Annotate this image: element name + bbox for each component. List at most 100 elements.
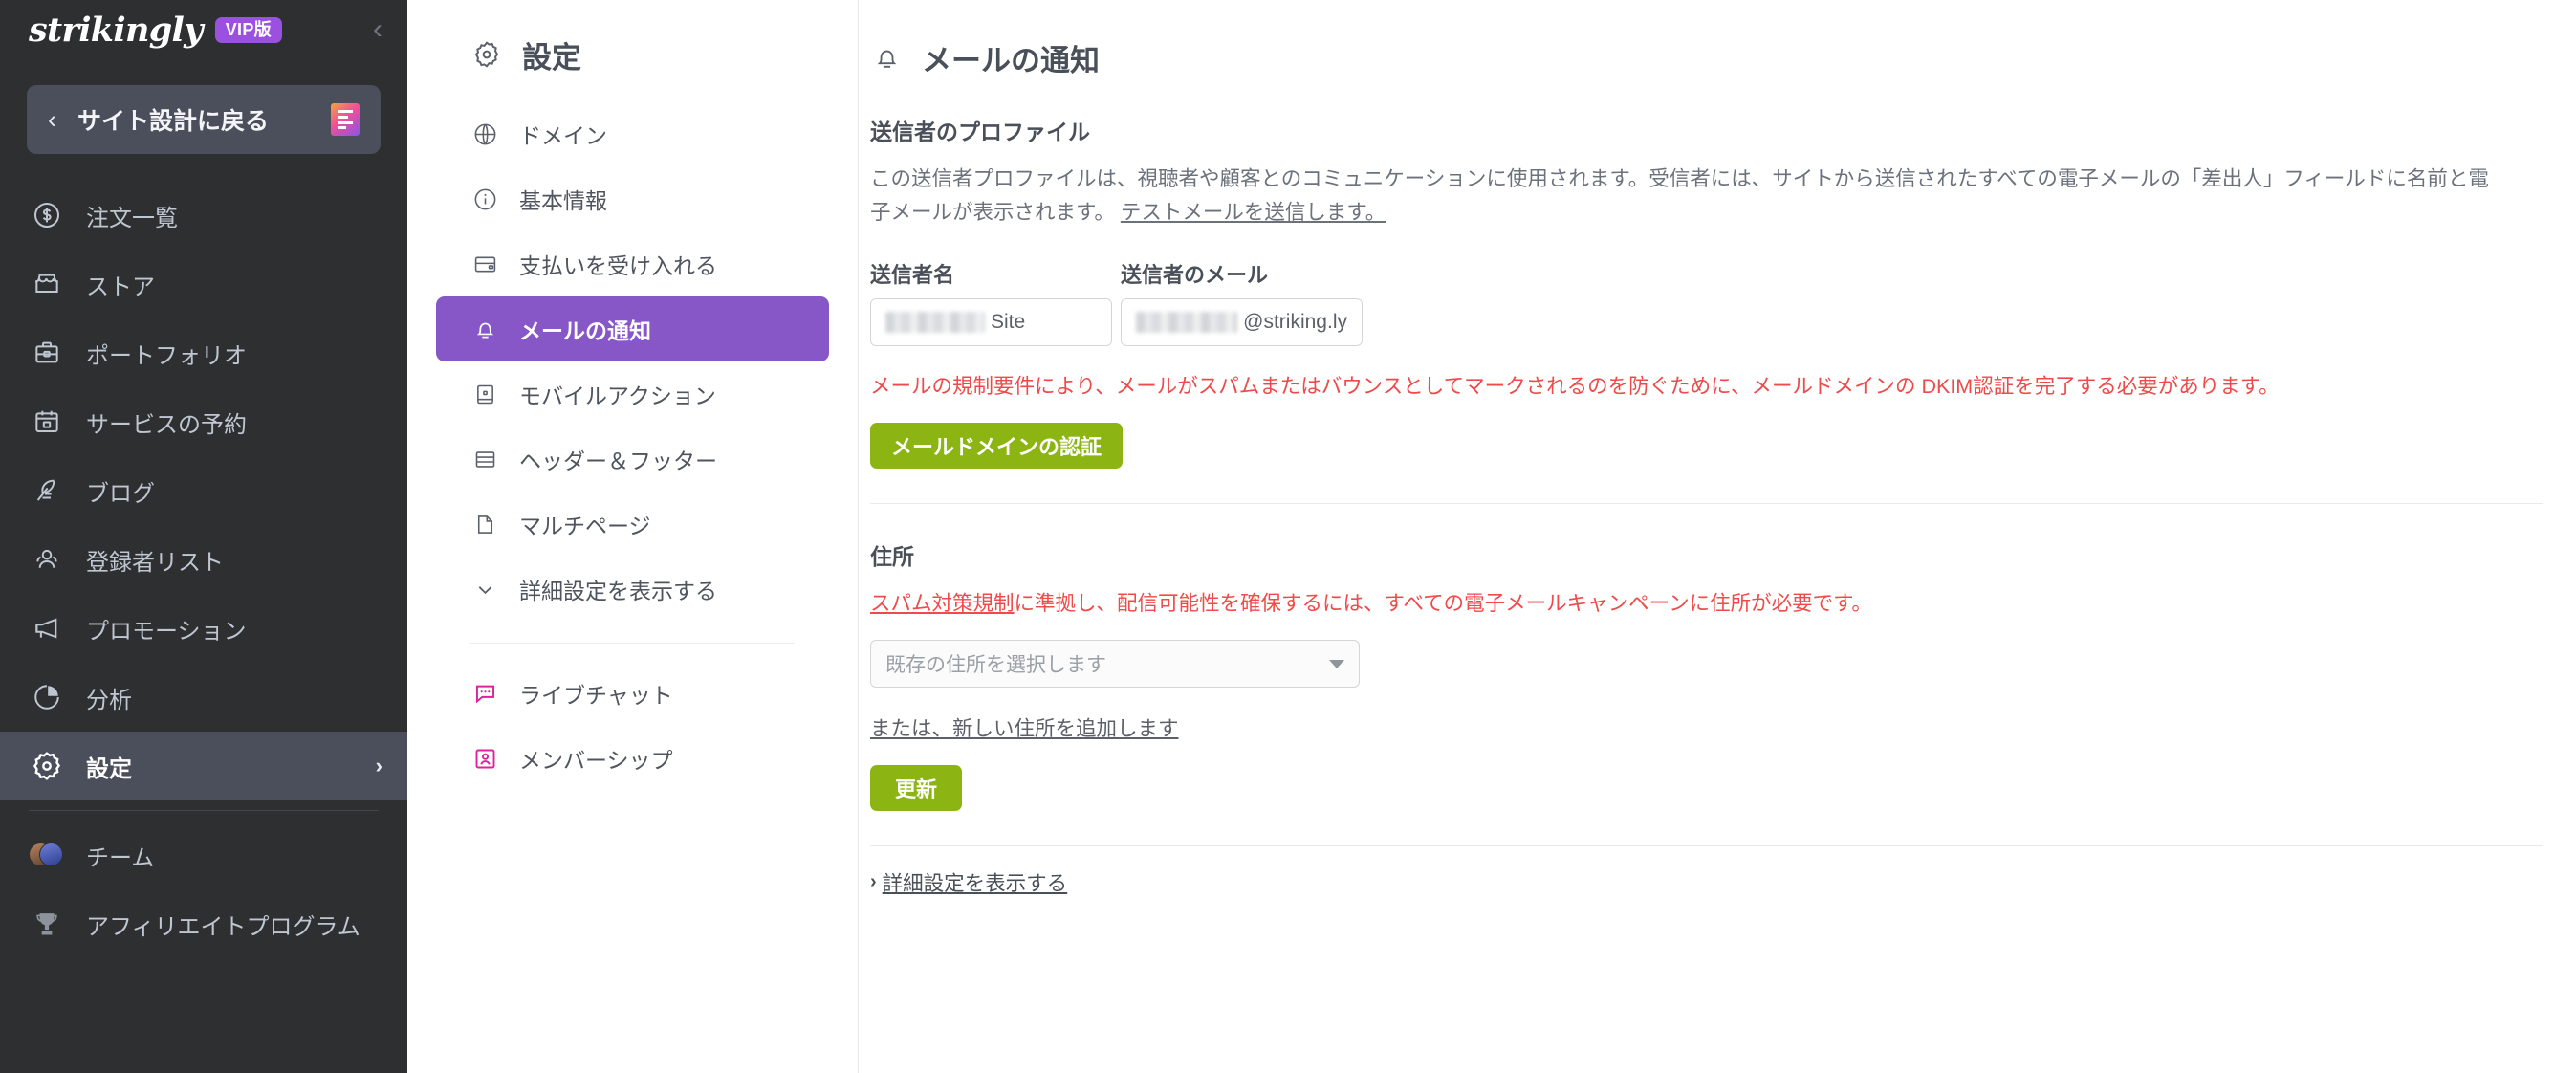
site-designer-icon: [331, 103, 360, 136]
team-avatars-icon: [29, 837, 65, 873]
existing-address-placeholder: 既存の住所を選択します: [885, 654, 1106, 677]
info-circle-icon: [470, 185, 499, 213]
quill-pen-icon: [29, 472, 65, 509]
sidebar-item-label: ポートフォリオ: [86, 342, 247, 369]
subnav-item-basic-info[interactable]: 基本情報: [436, 166, 829, 231]
users-icon: [29, 541, 65, 578]
show-advanced-settings[interactable]: › 詳細設定を表示する: [870, 867, 2557, 897]
dollar-circle-icon: [29, 197, 65, 233]
strikingly-logo[interactable]: strikingly: [29, 11, 203, 50]
settings-subnav-list: ドメイン 基本情報 支払いを受け入れる メールの通知 モバイルアクション ヘッダ…: [407, 101, 858, 791]
sidebar-item-label: アフィリエイトプログラム: [86, 913, 360, 940]
back-to-site-designer-button[interactable]: ‹ サイト設計に戻る: [27, 85, 381, 154]
redacted-value: [885, 311, 985, 333]
layout-rows-icon: [470, 445, 499, 473]
show-advanced-settings-link[interactable]: 詳細設定を表示する: [883, 867, 1068, 897]
sidebar-item-affiliate-program[interactable]: アフィリエイトプログラム: [0, 889, 407, 958]
sidebar-item-subscribers[interactable]: 登録者リスト: [0, 525, 407, 594]
subnav-item-accept-payments[interactable]: 支払いを受け入れる: [436, 231, 829, 296]
sidebar-item-store[interactable]: ストア: [0, 250, 407, 318]
sidebar-item-blog[interactable]: ブログ: [0, 456, 407, 525]
sender-email-input[interactable]: @striking.ly: [1121, 297, 1363, 346]
sender-name-value: Site: [991, 310, 1026, 333]
existing-address-select[interactable]: 既存の住所を選択します: [870, 640, 1360, 689]
sidebar-item-label: ブログ: [86, 480, 155, 507]
address-notice: スパム対策規制に準拠し、配信可能性を確保するには、すべての電子メールキャンペーン…: [870, 588, 2557, 619]
member-card-icon: [470, 744, 499, 773]
bell-icon: [870, 42, 903, 75]
section-divider: [870, 845, 2543, 847]
sender-name-input[interactable]: Site: [870, 297, 1112, 346]
main-content: メールの通知 送信者のプロファイル この送信者プロファイルは、視聴者や顧客とのコ…: [859, 0, 2576, 1073]
bell-icon: [470, 315, 499, 343]
subnav-item-label: モバイルアクション: [519, 383, 716, 408]
subnav-item-email-notifications[interactable]: メールの通知: [436, 296, 829, 361]
settings-subnav-header: 設定: [407, 25, 858, 84]
sidebar-item-analytics[interactable]: 分析: [0, 663, 407, 732]
address-heading: 住所: [870, 543, 914, 569]
verify-email-domain-button[interactable]: メールドメインの認証: [870, 422, 1124, 469]
page-title: メールの通知: [870, 36, 2557, 79]
store-icon: [29, 266, 65, 302]
sender-profile-description-text: この送信者プロファイルは、視聴者や顧客とのコミュニケーションに使用されます。受信…: [870, 167, 2489, 224]
sidebar-item-settings[interactable]: 設定 ›: [0, 732, 407, 800]
subnav-item-label: マルチページ: [519, 514, 651, 538]
subnav-item-membership[interactable]: メンバーシップ: [436, 726, 829, 791]
chevron-left-icon: ‹: [48, 104, 56, 134]
subnav-item-multipage[interactable]: マルチページ: [436, 492, 829, 557]
chevron-down-icon: [470, 575, 499, 603]
sidebar-item-service-booking[interactable]: サービスの予約: [0, 387, 407, 456]
subnav-item-live-chat[interactable]: ライブチャット: [436, 661, 829, 726]
dkim-warning-text: メールの規制要件により、メールがスパムまたはバウンスとしてマークされるのを防ぐた…: [870, 374, 2280, 398]
send-test-mail-link[interactable]: テストメールを送信します。: [1121, 201, 1386, 224]
sidebar-item-orders[interactable]: 注文一覧: [0, 181, 407, 250]
sender-profile-heading: 送信者のプロファイル: [870, 120, 1090, 144]
sender-email-value: @striking.ly: [1243, 310, 1347, 333]
sidebar-item-portfolio[interactable]: ポートフォリオ: [0, 318, 407, 387]
settings-subnav: 設定 ドメイン 基本情報 支払いを受け入れる メールの通知 モバイルアクション …: [407, 0, 859, 1073]
update-button[interactable]: 更新: [870, 765, 963, 812]
sidebar-item-label: 分析: [86, 687, 132, 713]
chevron-right-icon: ›: [375, 754, 382, 777]
sender-name-label: 送信者名: [870, 262, 955, 287]
subnav-item-label: 詳細設定を表示する: [519, 579, 717, 603]
subnav-item-mobile-actions[interactable]: モバイルアクション: [436, 361, 829, 427]
spam-regulation-link[interactable]: スパム対策規制: [870, 592, 1015, 615]
sender-profile-description: この送信者プロファイルは、視聴者や顧客とのコミュニケーションに使用されます。受信…: [870, 163, 2505, 230]
back-button-label: サイト設計に戻る: [77, 108, 270, 135]
subnav-item-label: 支払いを受け入れる: [519, 253, 717, 278]
chat-bubble-icon: [470, 679, 499, 708]
gear-icon: [470, 38, 503, 71]
page-icon: [470, 510, 499, 538]
briefcase-icon: [29, 335, 65, 371]
sidebar-item-label: サービスの予約: [86, 411, 247, 438]
sidebar-item-team[interactable]: チーム: [0, 821, 407, 889]
sidebar-item-label: 登録者リスト: [86, 549, 224, 576]
sidebar-item-label: プロモーション: [86, 618, 247, 645]
sidebar-item-label: 設定: [86, 755, 132, 782]
subnav-item-label: ヘッダー＆フッター: [519, 449, 717, 473]
chevron-left-icon[interactable]: ‹: [373, 15, 382, 44]
subnav-item-header-footer[interactable]: ヘッダー＆フッター: [436, 427, 829, 492]
subnav-item-label: メンバーシップ: [519, 748, 673, 773]
subnav-item-domain[interactable]: ドメイン: [436, 101, 829, 166]
trophy-icon: [29, 906, 65, 942]
settings-title: 設定: [522, 40, 581, 75]
redacted-value: [1136, 311, 1238, 333]
pie-chart-icon: [29, 679, 65, 715]
sidebar-item-promotion[interactable]: プロモーション: [0, 594, 407, 663]
chevron-right-icon: ›: [870, 871, 877, 893]
vip-badge: VIP版: [214, 16, 282, 43]
app-root: strikingly VIP版 ‹ ‹ サイト設計に戻る 注文一覧 ストア ポー…: [0, 0, 2576, 1073]
mobile-icon: [470, 380, 499, 408]
address-notice-rest: に準拠し、配信可能性を確保するには、すべての電子メールキャンペーンに住所が必要で…: [1014, 591, 1872, 615]
megaphone-icon: [29, 610, 65, 646]
subnav-item-show-advanced-settings[interactable]: 詳細設定を表示する: [436, 557, 829, 622]
sidebar-item-label: ストア: [86, 274, 155, 300]
subnav-item-label: 基本情報: [519, 188, 607, 213]
calendar-icon: [29, 404, 65, 440]
subnav-item-label: メールの通知: [519, 318, 651, 343]
globe-icon: [470, 120, 499, 148]
page-title-text: メールの通知: [922, 44, 1100, 77]
add-new-address-link[interactable]: または、新しい住所を追加します: [870, 712, 1179, 742]
